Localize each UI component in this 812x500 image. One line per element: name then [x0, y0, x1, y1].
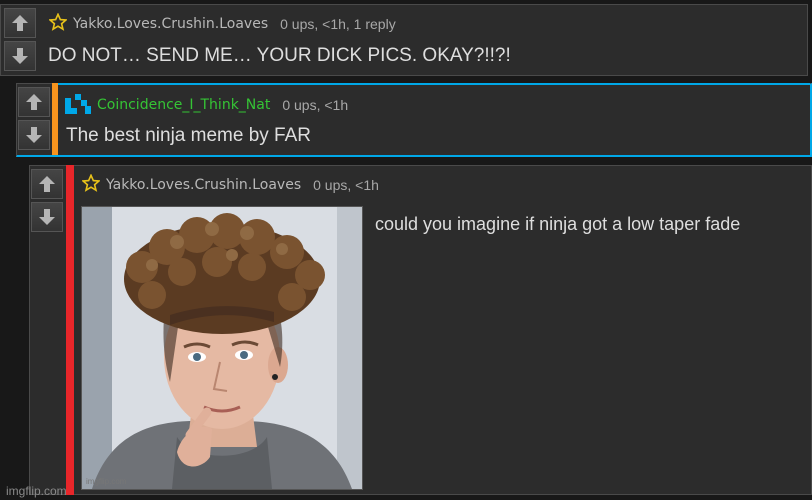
comment-header: Coincidence_I_Think_Nat 0 ups, <1h [65, 92, 348, 118]
arrow-down-icon [12, 48, 28, 64]
comment-header: Yakko.Loves.Crushin.Loaves 0 ups, <1h [81, 173, 379, 196]
image-watermark: imgflip.com [86, 477, 127, 486]
portrait-illustration [82, 207, 362, 489]
comment-1: Yakko.Loves.Crushin.Loaves 0 ups, <1h, 1… [0, 4, 808, 76]
comment-meta: 0 ups, <1h [313, 177, 379, 193]
downvote-button[interactable] [18, 120, 50, 150]
comment-2: Coincidence_I_Think_Nat 0 ups, <1h The b… [16, 83, 812, 157]
reply-accent-top [58, 83, 810, 85]
upvote-button[interactable] [18, 87, 50, 117]
reply-accent-bar [52, 83, 58, 155]
comment-3: Yakko.Loves.Crushin.Loaves 0 ups, <1h im… [29, 165, 812, 495]
downvote-button[interactable] [31, 202, 63, 232]
arrow-up-icon [26, 94, 42, 110]
comment-text: could you imagine if ninja got a low tap… [375, 214, 741, 234]
comment-text: The best ninja meme by FAR [66, 125, 311, 146]
upvote-button[interactable] [4, 8, 36, 38]
comment-meta: 0 ups, <1h, 1 reply [280, 16, 396, 32]
reply-accent-bar [66, 165, 74, 495]
arrow-down-icon [26, 127, 42, 143]
comment-header: Yakko.Loves.Crushin.Loaves 0 ups, <1h, 1… [48, 12, 396, 35]
comment-text: DO NOT… SEND ME… YOUR DICK PICS. OKAY?!!… [48, 45, 511, 66]
username-link[interactable]: Yakko.Loves.Crushin.Loaves [73, 16, 268, 32]
username-link[interactable]: Yakko.Loves.Crushin.Loaves [106, 177, 301, 193]
comment-meta: 0 ups, <1h [282, 97, 349, 113]
meme-image[interactable]: imgflip.com [81, 206, 363, 490]
vote-controls [18, 87, 52, 153]
site-watermark: imgflip.com [6, 484, 67, 498]
username-link[interactable]: Coincidence_I_Think_Nat [97, 97, 270, 113]
downvote-button[interactable] [4, 41, 36, 71]
upvote-button[interactable] [31, 169, 63, 199]
arrow-up-icon [12, 15, 28, 31]
arrow-down-icon [39, 209, 55, 225]
arrow-up-icon [39, 176, 55, 192]
vote-controls [31, 169, 65, 235]
star-icon [48, 12, 68, 35]
pixel-badge-icon [65, 92, 91, 118]
vote-controls [4, 8, 38, 74]
star-icon [81, 173, 101, 196]
